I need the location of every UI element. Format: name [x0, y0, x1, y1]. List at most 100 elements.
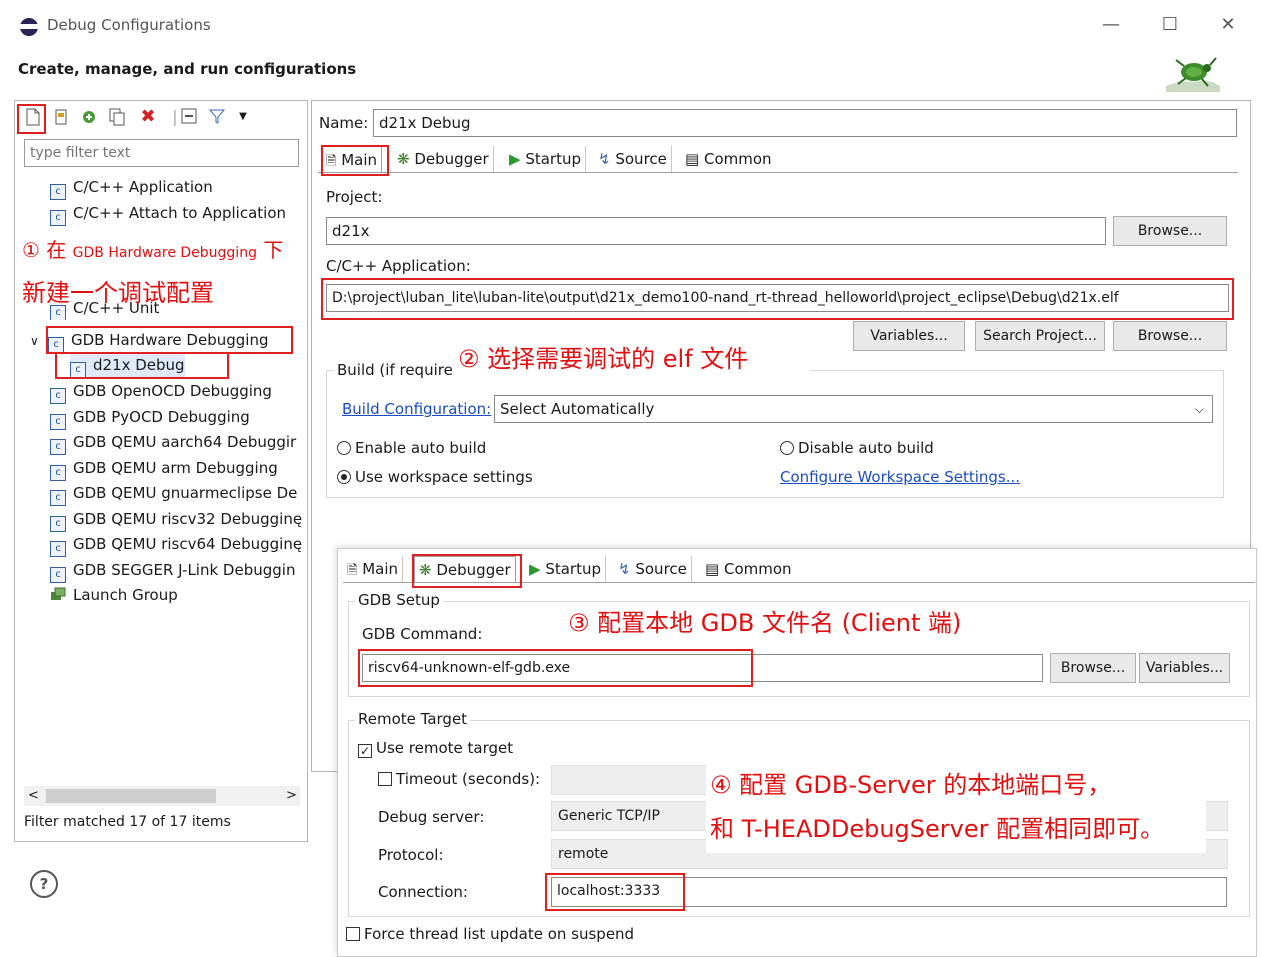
common-tab-icon: ▤ [685, 150, 700, 168]
use-workspace-radio[interactable]: Use workspace settings [337, 468, 533, 486]
enable-auto-build-radio[interactable]: Enable auto build [337, 439, 486, 457]
view-menu-icon[interactable]: ▼ [234, 108, 252, 126]
tab-source[interactable]: ↯ Source [614, 556, 692, 582]
eclipse-logo-icon [20, 18, 38, 36]
expand-toggle-icon[interactable]: ∨ [30, 329, 44, 353]
name-label: Name: [319, 114, 369, 132]
project-field[interactable]: d21x [326, 217, 1106, 245]
c-icon: c [50, 541, 66, 557]
scroll-right-icon[interactable]: > [286, 786, 297, 806]
build-group-label: Build (if require [334, 361, 456, 379]
filter-input[interactable] [24, 139, 299, 167]
help-icon[interactable]: ? [30, 870, 58, 898]
annotation-3: ③ 配置本地 GDB 文件名 (Client 端) [568, 603, 962, 638]
tree-item-gdb-pyocd[interactable]: c GDB PyOCD Debugging [50, 405, 250, 430]
search-project-button[interactable]: Search Project... [975, 321, 1105, 351]
tree-item-gdb-qemu-riscv32[interactable]: c GDB QEMU riscv32 Debugginę [50, 507, 302, 532]
annotation-2: ② 选择需要调试的 elf 文件 [452, 333, 810, 385]
tab-startup[interactable]: ▶ Startup [525, 556, 606, 582]
startup-tab-icon: ▶ [509, 150, 521, 168]
scroll-left-icon[interactable]: < [28, 786, 39, 806]
highlight-gdb-hardware [46, 326, 293, 354]
tree-item-cpp-attach[interactable]: c C/C++ Attach to Application [50, 201, 286, 226]
c-icon: c [50, 439, 66, 455]
checkbox-icon [346, 927, 360, 941]
radio-icon [337, 441, 351, 455]
source-tab-icon: ↯ [598, 150, 611, 168]
tab-source[interactable]: ↯ Source [594, 146, 672, 172]
timeout-field[interactable] [551, 765, 711, 795]
chevron-down-icon: ⌵ [1194, 402, 1204, 416]
new-prototype-icon[interactable] [53, 108, 71, 126]
force-thread-update-checkbox[interactable]: Force thread list update on suspend [346, 925, 634, 943]
tree-item-gdb-qemu-arm[interactable]: c GDB QEMU arm Debugging [50, 456, 278, 481]
duplicate-icon[interactable] [108, 108, 126, 126]
gdb-browse-button[interactable]: Browse... [1050, 653, 1136, 683]
debug-server-label: Debug server: [378, 808, 485, 826]
highlight-application [321, 278, 1234, 320]
export-icon[interactable] [80, 108, 98, 126]
tree-item-gdb-segger[interactable]: c GDB SEGGER J-Link Debuggin [50, 558, 295, 583]
tab-common[interactable]: ▤ Common [681, 146, 776, 172]
application-label: C/C++ Application: [326, 257, 471, 275]
tab-debugger[interactable]: ❋ Debugger [393, 146, 494, 172]
tree-item-cpp-application[interactable]: c C/C++ Application [50, 175, 213, 200]
build-configuration-select[interactable]: Select Automatically ⌵ [494, 395, 1213, 423]
radio-icon [780, 441, 794, 455]
filter-icon[interactable] [208, 108, 226, 126]
c-icon: c [50, 184, 66, 200]
c-icon: c [50, 210, 66, 226]
project-label: Project: [326, 188, 383, 206]
disable-auto-build-radio[interactable]: Disable auto build [780, 439, 934, 457]
c-icon: c [50, 516, 66, 532]
source-tab-icon: ↯ [618, 560, 631, 578]
c-icon: c [50, 490, 66, 506]
tree-item-gdb-qemu-gnuarmeclipse[interactable]: c GDB QEMU gnuarmeclipse De [50, 481, 297, 506]
annotation-1-line1: ① 在 GDB Hardware Debugging 下 [22, 234, 284, 263]
tab-startup[interactable]: ▶ Startup [505, 146, 586, 172]
debugger-tab-icon: ❋ [397, 150, 410, 168]
tree-item-launch-group[interactable]: Launch Group [50, 583, 178, 607]
window-title: Debug Configurations [47, 16, 211, 34]
annotation-1-line2: 新建一个调试配置 [22, 279, 214, 307]
radio-selected-icon [337, 470, 351, 484]
configure-workspace-link[interactable]: Configure Workspace Settings... [780, 468, 1020, 486]
tree-item-gdb-qemu-riscv64[interactable]: c GDB QEMU riscv64 Debugginę [50, 532, 302, 557]
highlight-connection [545, 873, 685, 911]
app-browse-button[interactable]: Browse... [1113, 321, 1227, 351]
dialog-subtitle: Create, manage, and run configurations [18, 60, 357, 78]
close-button[interactable]: ✕ [1213, 12, 1243, 38]
debug-bug-banner-icon [1166, 57, 1220, 92]
app-variables-button[interactable]: Variables... [853, 321, 965, 351]
tree-horizontal-scrollbar[interactable]: < > [24, 786, 300, 806]
project-browse-button[interactable]: Browse... [1113, 216, 1227, 246]
maximize-button[interactable]: ☐ [1155, 12, 1185, 38]
highlight-debugger-tab [412, 554, 522, 588]
timeout-checkbox[interactable]: Timeout (seconds): [378, 770, 540, 788]
delete-icon[interactable]: ✖ [139, 108, 157, 126]
gdb-setup-label: GDB Setup [355, 591, 443, 609]
scrollbar-thumb[interactable] [46, 789, 216, 803]
minimize-button[interactable]: — [1096, 12, 1126, 38]
tree-toolbar: ✖ | ▼ [16, 102, 306, 132]
remote-target-label: Remote Target [355, 710, 471, 728]
highlight-main-tab [321, 145, 389, 176]
highlight-new-config [17, 104, 46, 134]
name-field[interactable]: d21x Debug [373, 109, 1237, 137]
main-tab-icon: 🗎 [347, 563, 358, 578]
c-icon: c [50, 414, 66, 430]
checkbox-checked-icon: ✓ [358, 744, 372, 758]
tab-main[interactable]: 🗎 Main [343, 556, 404, 582]
tree-item-gdb-qemu-aarch64[interactable]: c GDB QEMU aarch64 Debuggir [50, 430, 296, 455]
c-icon: c [50, 567, 66, 583]
use-remote-target-checkbox[interactable]: ✓ Use remote target [358, 739, 513, 758]
annotation-4: ④ 配置 GDB-Server 的本地端口号， 和 T-HEADDebugSer… [706, 763, 1206, 853]
build-configuration-link[interactable]: Build Configuration: [342, 400, 491, 418]
gdb-variables-button[interactable]: Variables... [1139, 653, 1230, 683]
launch-group-icon [50, 585, 66, 609]
tab-common[interactable]: ▤ Common [701, 556, 796, 582]
tree-item-gdb-openocd[interactable]: c GDB OpenOCD Debugging [50, 379, 272, 404]
collapse-all-icon[interactable] [180, 108, 198, 126]
protocol-label: Protocol: [378, 846, 444, 864]
gdb-command-label: GDB Command: [362, 625, 483, 643]
